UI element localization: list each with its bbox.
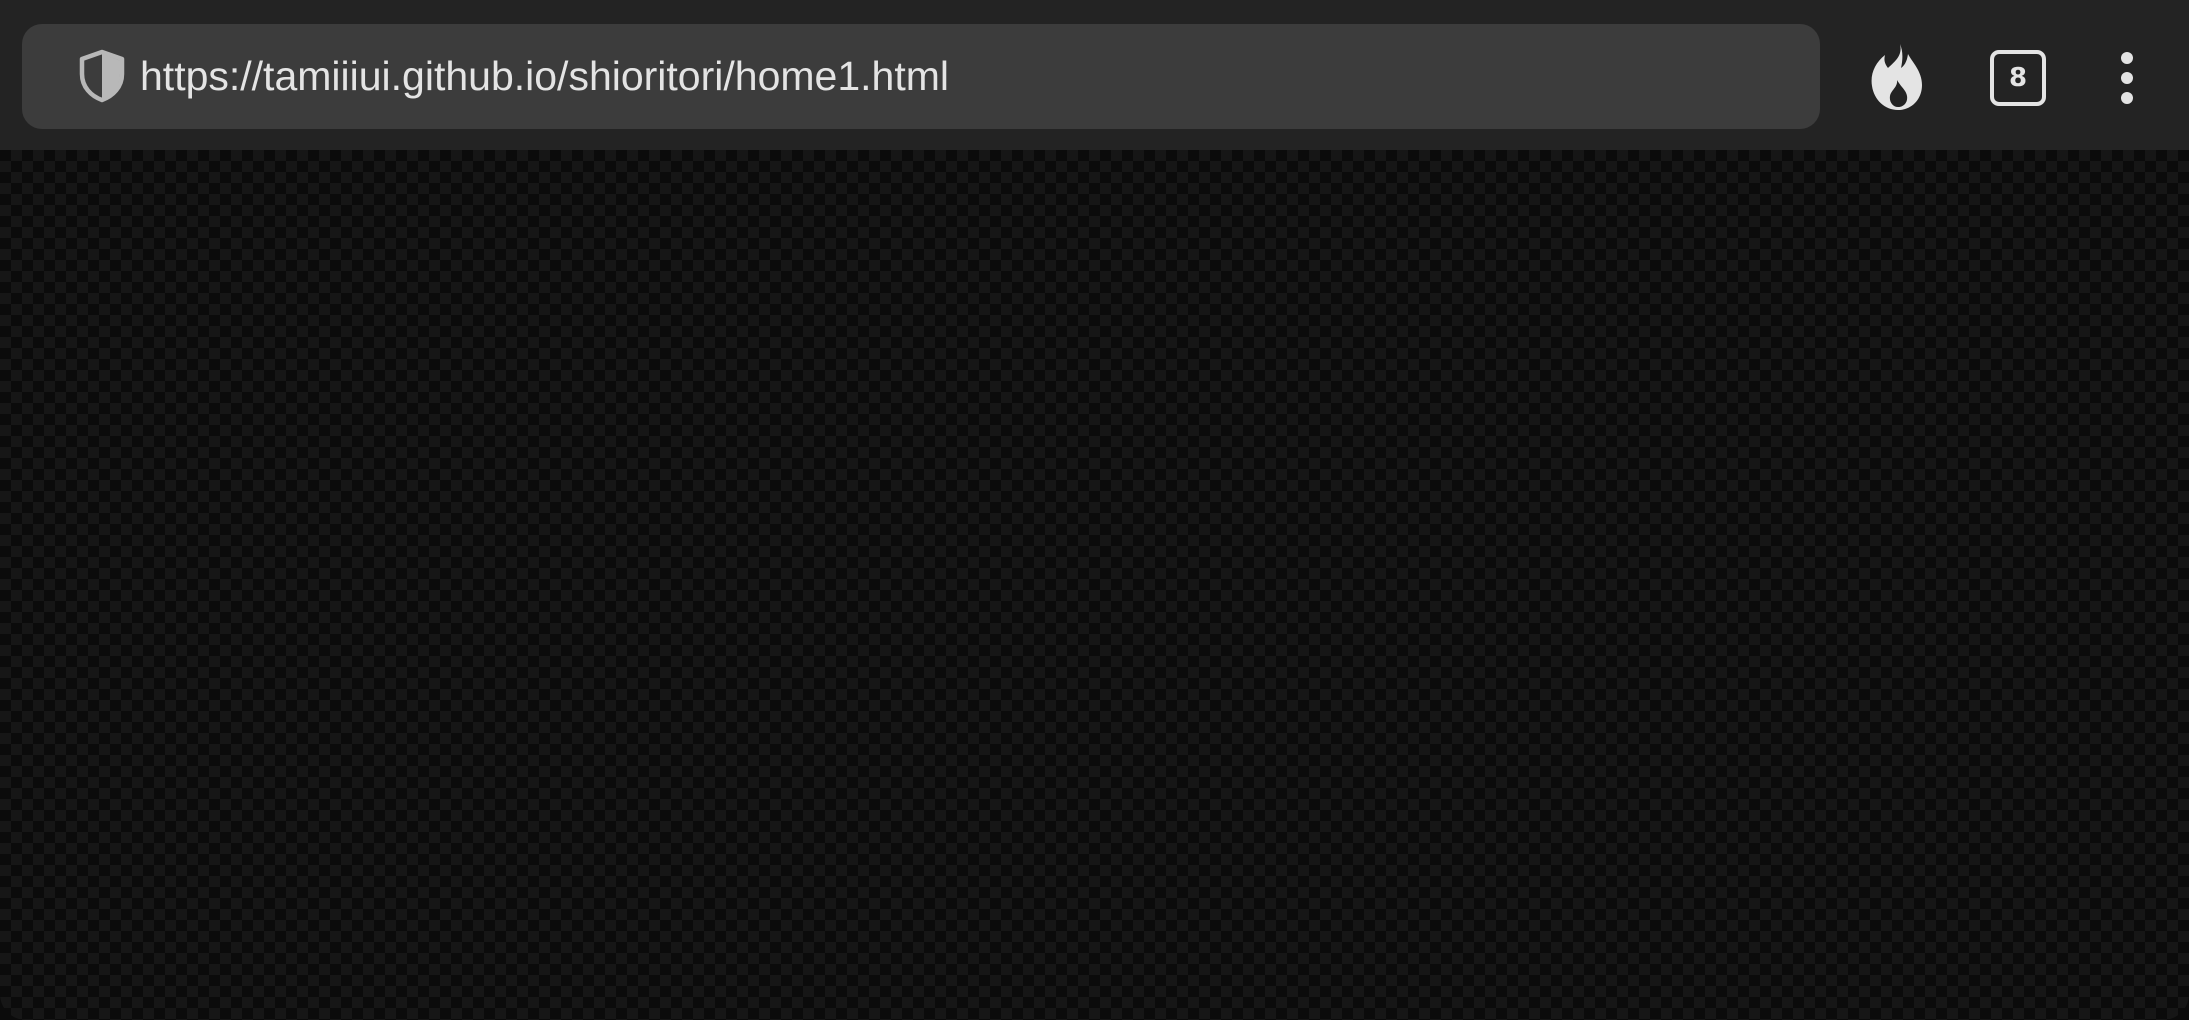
fire-icon	[1864, 44, 1930, 118]
browser-toolbar: https://tamiiiui.github.io/shioritori/ho…	[0, 0, 2189, 150]
page-content	[0, 150, 2189, 1020]
shield-icon[interactable]	[74, 48, 130, 104]
more-menu-button[interactable]	[2108, 48, 2148, 108]
tab-switcher-button[interactable]: 8	[1990, 50, 2046, 106]
address-bar[interactable]: https://tamiiiui.github.io/shioritori/ho…	[22, 24, 1820, 129]
fire-button[interactable]	[1864, 40, 1930, 114]
url-text[interactable]: https://tamiiiui.github.io/shioritori/ho…	[140, 24, 949, 129]
tab-count: 8	[2008, 63, 2028, 93]
